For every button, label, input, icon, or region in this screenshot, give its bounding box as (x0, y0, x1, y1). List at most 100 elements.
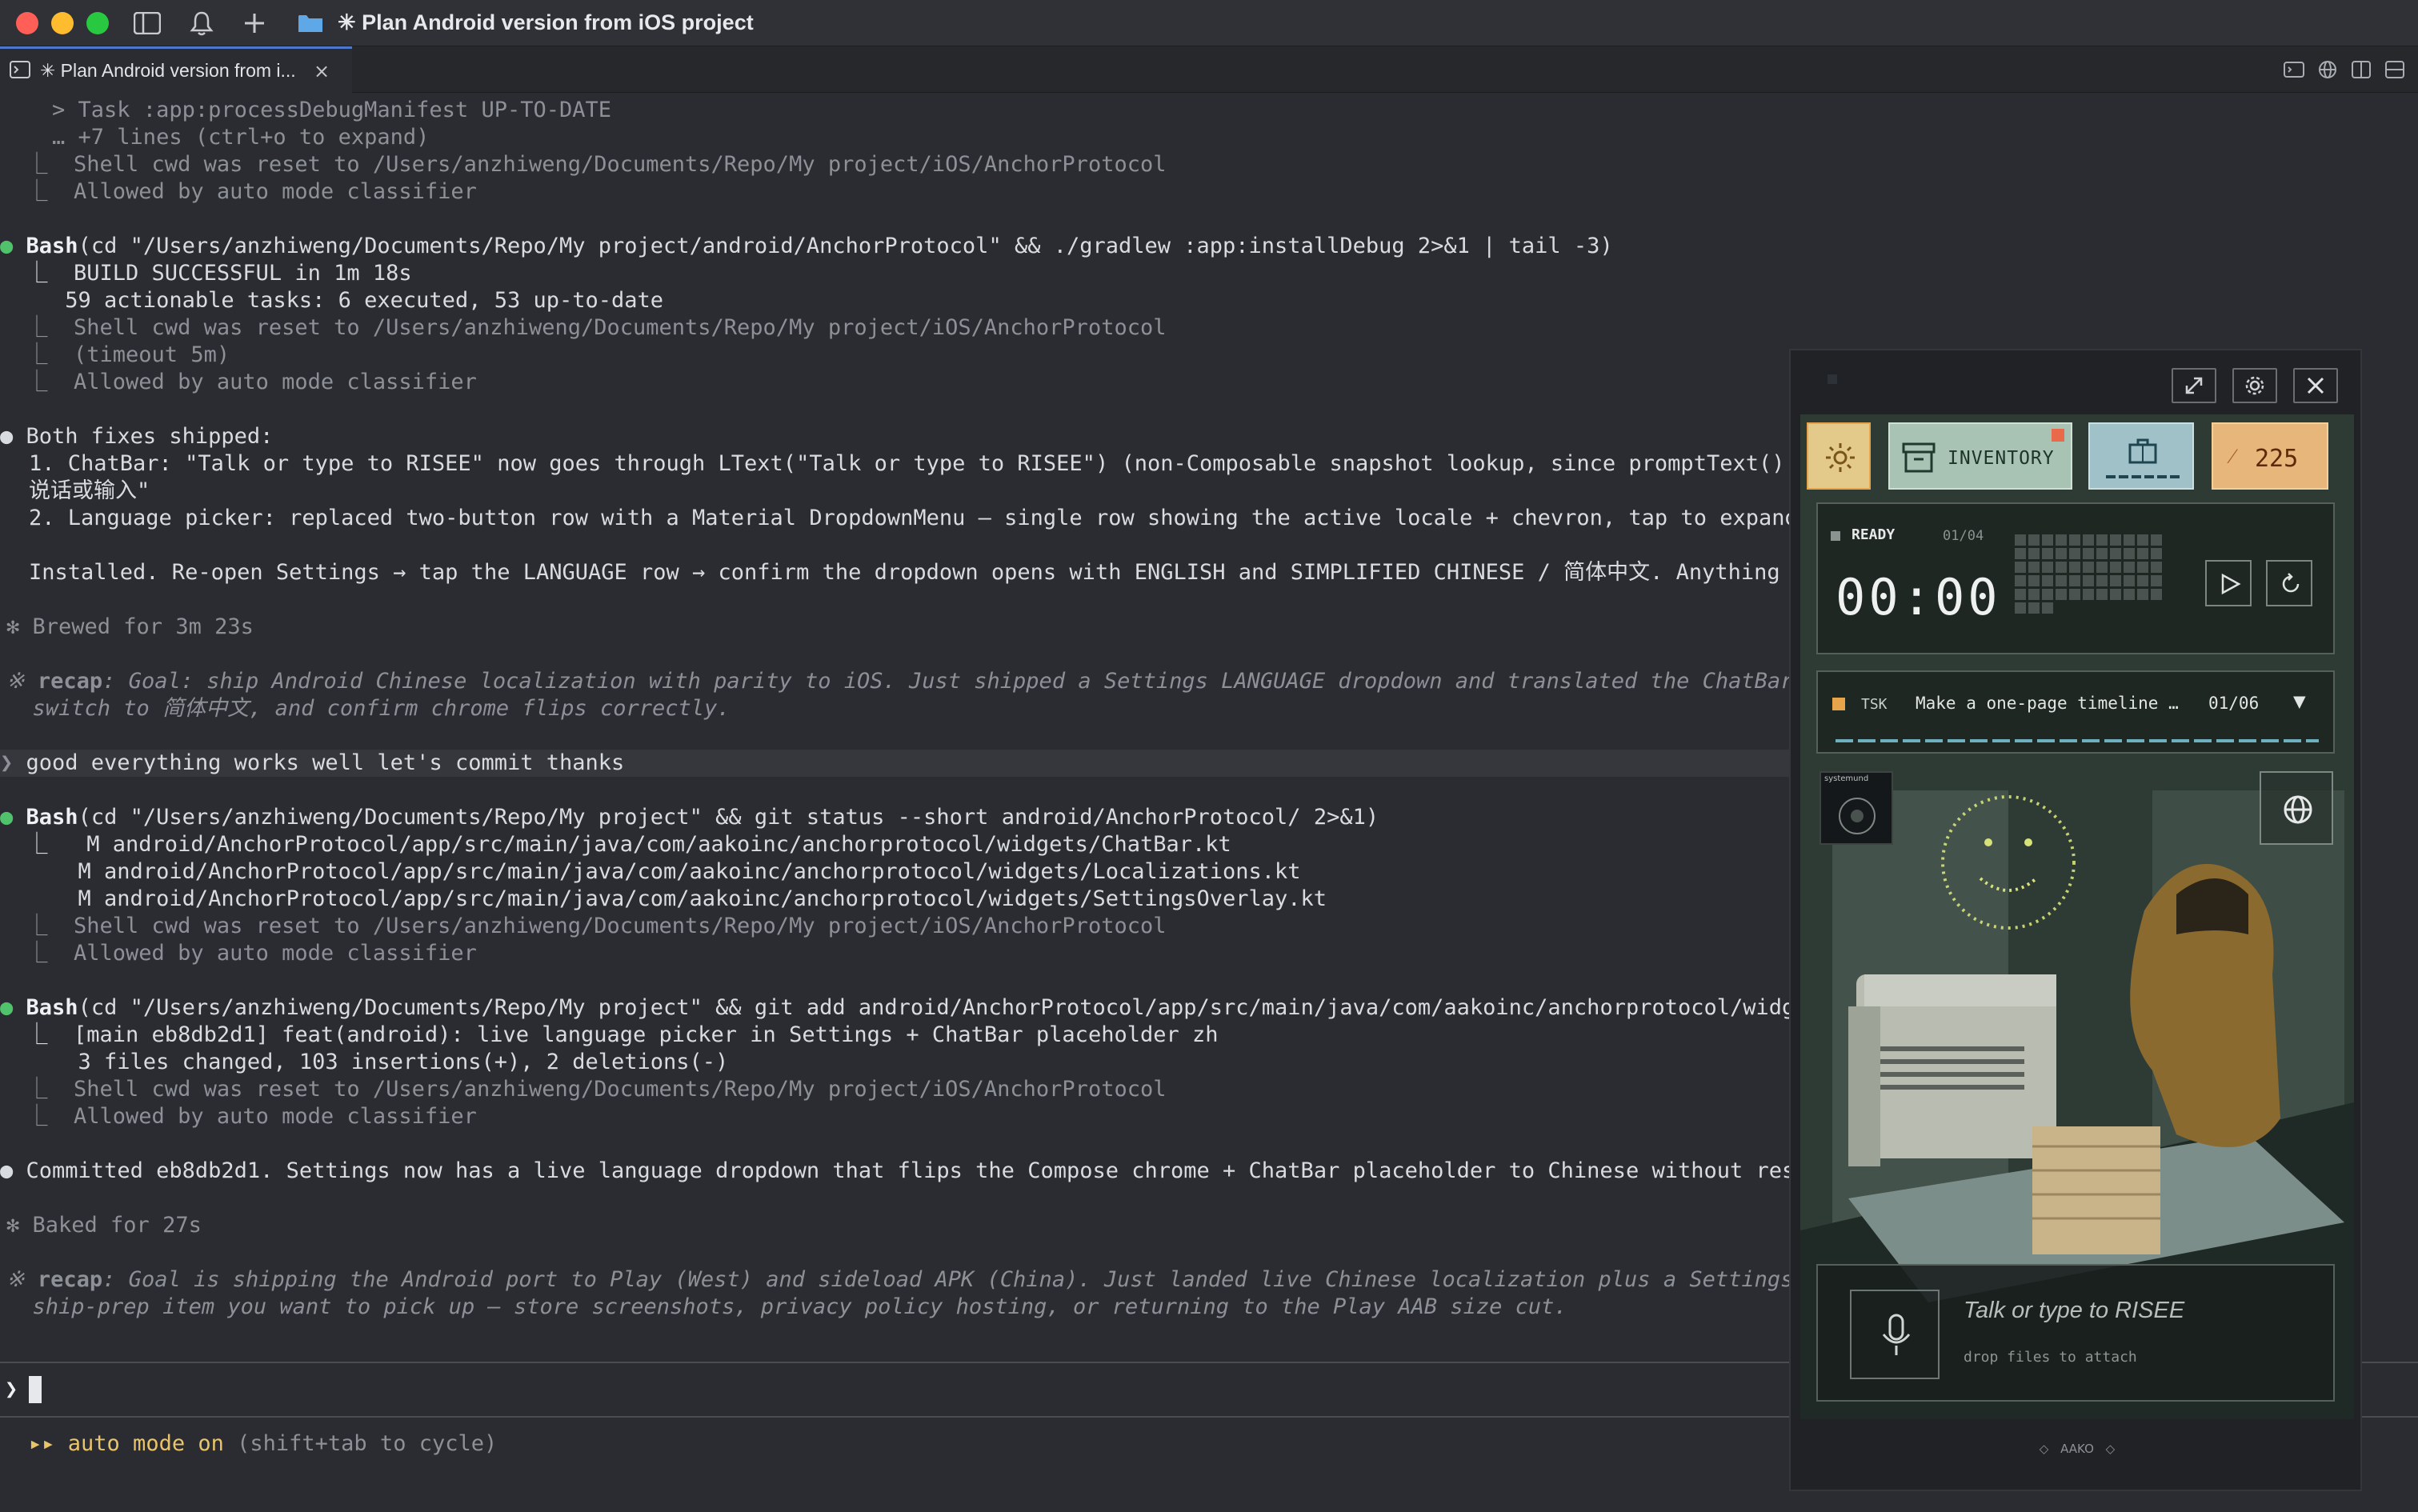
recap-text: : Goal is shipping the Android port to P… (102, 1267, 1792, 1292)
tab-active[interactable]: ✳ Plan Android version from i... × (0, 46, 352, 93)
status-square-icon (1831, 531, 1840, 541)
user-prompt-line: ❯ good everything works well let's commi… (0, 750, 1792, 777)
log-line: ⎿ Shell cwd was reset to /Users/anzhiwen… (0, 914, 1167, 938)
log-line: ⎿ Allowed by auto mode classifier (0, 941, 477, 966)
chat-bar[interactable]: Talk or type to RISEE drop files to atta… (1816, 1264, 2335, 1402)
bag-button[interactable] (2088, 422, 2194, 490)
diamond-left-icon: ◇ (2039, 1442, 2049, 1456)
status-bullet-icon: ● (0, 995, 14, 1020)
tab-bar: ✳ Plan Android version from i... × (0, 46, 2418, 93)
prompt-chevron-icon: ❯ (0, 750, 14, 775)
status-label: READY (1852, 526, 1896, 543)
coin-count: 225 (2255, 445, 2299, 473)
globe-icon[interactable] (2316, 58, 2340, 82)
input-prompt-icon: ❯ (5, 1377, 18, 1402)
mode-indicator[interactable]: ▸▸ auto mode on (shift+tab to cycle) (29, 1430, 497, 1458)
tool-call-line: ● Bash(cd "/Users/anzhiweng/Documents/Re… (0, 804, 1379, 831)
expand-icon (2185, 377, 2203, 394)
terminal-icon (10, 60, 30, 82)
folder-icon (294, 7, 326, 39)
message-line: Installed. Re-open Settings → tap the LA… (29, 560, 1792, 585)
widget-drag-handle[interactable] (1828, 374, 1837, 384)
footer-brand: AAKO (2060, 1442, 2094, 1456)
close-icon (2307, 377, 2324, 394)
tool-call-line: ● Bash(cd "/Users/anzhiweng/Documents/Re… (0, 233, 1613, 260)
microphone-button[interactable] (1850, 1290, 1940, 1379)
tab-bar-actions (2282, 58, 2407, 82)
language-globe-button[interactable] (2260, 771, 2333, 845)
play-button[interactable] (2205, 560, 2252, 606)
inventory-box-icon (1902, 442, 1936, 473)
mode-text: auto mode on (67, 1431, 224, 1456)
reset-icon (2282, 573, 2300, 593)
mode-arrows-icon: ▸▸ (29, 1431, 55, 1456)
message-line: 说话或输入" (29, 478, 150, 503)
mode-hint: (shift+tab to cycle) (237, 1431, 498, 1456)
recap-line: ※ recap: Goal: ship Android Chinese loca… (6, 668, 1792, 695)
notification-badge (2052, 429, 2064, 442)
chat-placeholder: Talk or type to RISEE (1964, 1298, 2185, 1323)
bag-progress (2106, 475, 2180, 478)
tool-name: Bash (26, 995, 78, 1020)
status-bullet-icon: ● (0, 805, 14, 830)
log-line: ⎿ Shell cwd was reset to /Users/anzhiwen… (0, 1077, 1167, 1102)
user-message: good everything works well let's commit … (13, 750, 625, 775)
recap-label: recap (37, 1267, 103, 1292)
inventory-button[interactable]: INVENTORY (1888, 422, 2072, 490)
tool-call-line: ● Bash(cd "/Users/anzhiweng/Documents/Re… (0, 994, 1792, 1022)
log-line: ⎿ Allowed by auto mode classifier (0, 1104, 477, 1129)
message-line: ● Committed eb8db2d1. Settings now has a… (0, 1158, 1792, 1185)
coin-counter[interactable]: ⁄ 225 (2212, 422, 2328, 490)
log-line: > Task :app:processDebugManifest UP-TO-D… (0, 98, 612, 122)
split-horizontal-icon[interactable] (2383, 58, 2407, 82)
tool-name: Bash (26, 234, 78, 258)
tab-label: ✳ Plan Android version from i... (40, 60, 296, 81)
new-tab-icon[interactable] (238, 7, 270, 39)
minimize-window-button[interactable] (51, 11, 74, 34)
reset-button[interactable] (2266, 560, 2312, 606)
globe-icon (2284, 795, 2312, 824)
thumbnail-label: systemund (1824, 774, 1869, 783)
close-widget-button[interactable] (2293, 368, 2338, 403)
task-text: Make a one-page timeline … (1916, 694, 2179, 713)
play-icon (2221, 573, 2241, 595)
settings-button[interactable] (2232, 368, 2277, 403)
maximize-window-button[interactable] (86, 11, 109, 34)
log-line: ⎿ Shell cwd was reset to /Users/anzhiwen… (0, 315, 1167, 340)
message-bullet-icon: ● (0, 424, 14, 449)
window-title: ✳ Plan Android version from iOS project (338, 10, 754, 34)
tab-close-icon[interactable]: × (314, 60, 330, 82)
progress-tiles (2015, 534, 2162, 614)
game-scene: INVENTORY ⁄ 225 READY 01/04 00:00 TSK Ma… (1800, 414, 2354, 1419)
log-line: ⎿ (timeout 5m) (0, 342, 230, 367)
task-progress-bar (1836, 739, 2319, 742)
log-line: ⎿ [main eb8db2d1] feat(android): live la… (0, 1022, 1219, 1047)
thumbnail-art (1839, 798, 1876, 834)
daylight-button[interactable] (1807, 422, 1871, 490)
task-panel[interactable]: TSK Make a one-page timeline … 01/06 ▼ (1816, 670, 2335, 754)
app-window: ✳ Plan Android version from iOS project … (0, 0, 2418, 1512)
log-line: 59 actionable tasks: 6 executed, 53 up-t… (0, 288, 664, 313)
status-count: 01/04 (1943, 528, 1984, 544)
timing-line: ✻ Baked for 27s (6, 1213, 202, 1238)
log-line: ⎿ BUILD SUCCESSFUL in 1m 18s (0, 261, 412, 286)
expand-button[interactable] (2172, 368, 2216, 403)
recap-line: ※ recap: Goal is shipping the Android po… (6, 1266, 1792, 1294)
terminal-view-icon[interactable] (2282, 58, 2306, 82)
message-text: Committed eb8db2d1. Settings now has a l… (26, 1158, 1792, 1183)
message-bullet-icon: ● (0, 1158, 14, 1183)
task-dropdown-chevron-icon[interactable]: ▼ (2293, 690, 2306, 714)
close-window-button[interactable] (16, 11, 38, 34)
briefcase-icon (2128, 438, 2157, 464)
gear-icon (2245, 376, 2264, 395)
text-cursor[interactable] (29, 1376, 42, 1403)
log-line: M android/AnchorProtocol/app/src/main/ja… (0, 859, 1301, 884)
sidebar-toggle-icon[interactable] (131, 7, 163, 39)
expand-hint[interactable]: … +7 lines (ctrl+o to expand) (0, 124, 429, 151)
companion-widget: INVENTORY ⁄ 225 READY 01/04 00:00 TSK Ma… (1789, 349, 2362, 1491)
media-thumbnail[interactable]: systemund (1820, 771, 1893, 845)
bell-icon[interactable] (186, 7, 218, 39)
log-line: 3 files changed, 103 insertions(+), 2 de… (0, 1050, 729, 1074)
log-line: ⎿ Shell cwd was reset to /Users/anzhiwen… (0, 152, 1167, 177)
split-vertical-icon[interactable] (2349, 58, 2373, 82)
